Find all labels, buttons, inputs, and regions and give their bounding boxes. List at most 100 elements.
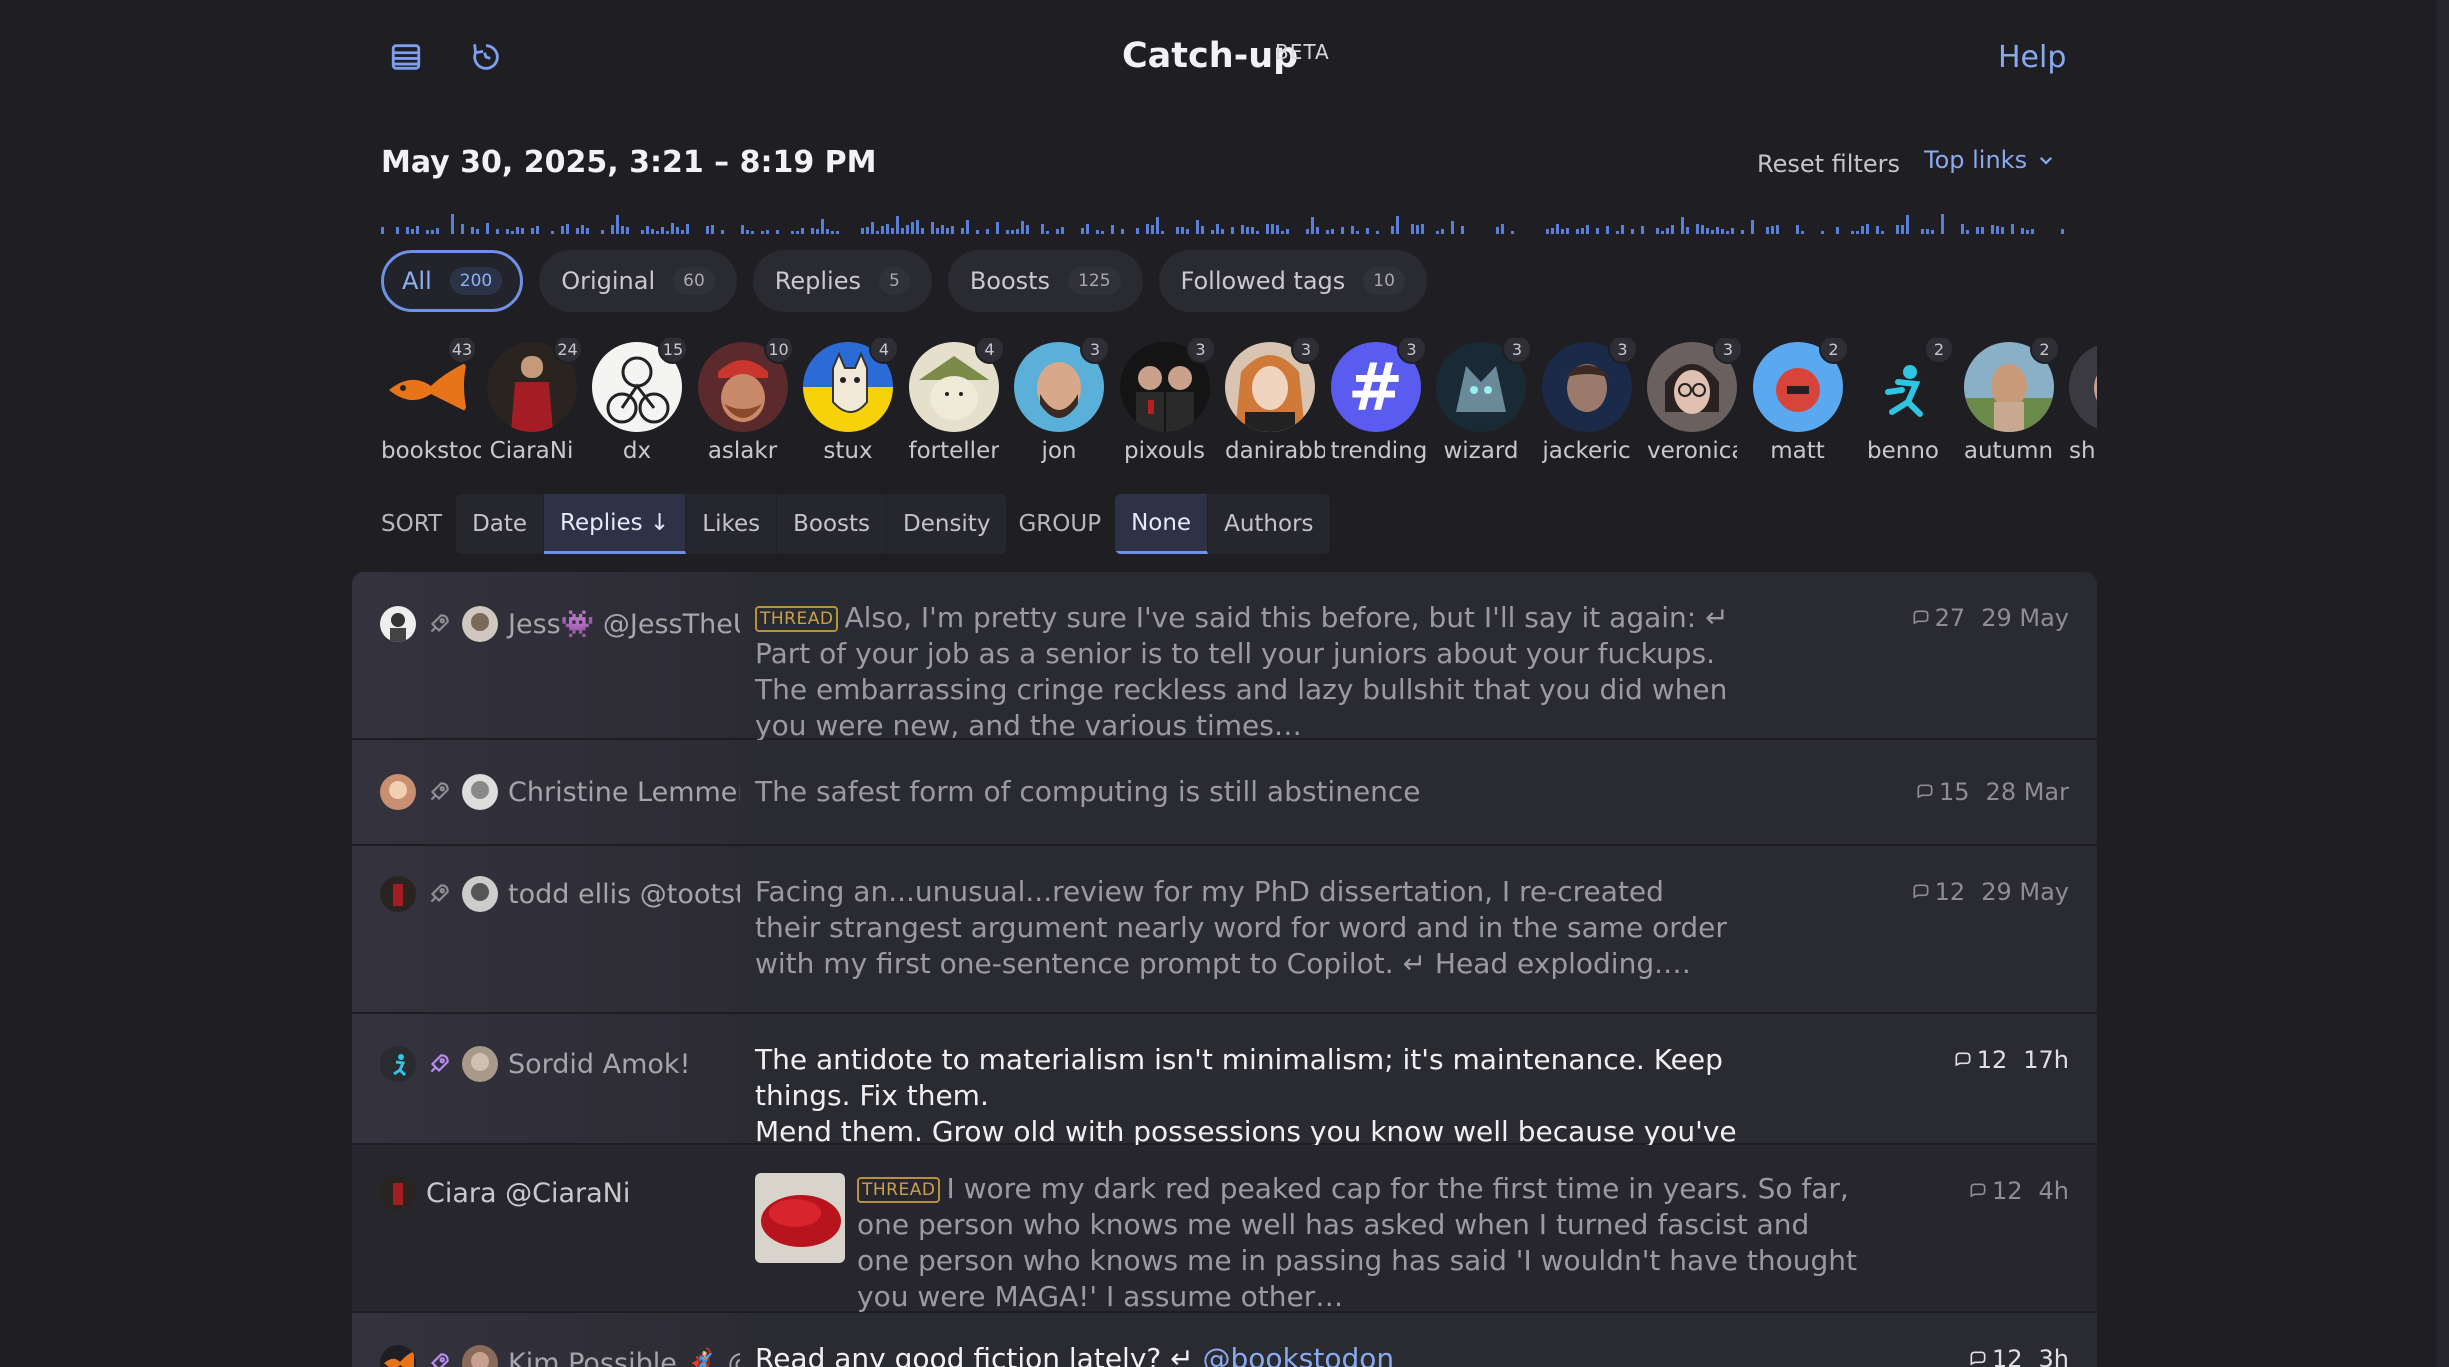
account-forteller[interactable]: 4 forteller bbox=[908, 338, 1015, 470]
post-item[interactable]: Christine Lemmer-Webber The safest form … bbox=[352, 740, 2097, 846]
count-badge: 24 bbox=[552, 338, 583, 364]
histogram-bar bbox=[1081, 228, 1084, 234]
account-pixouls[interactable]: 3 pixouls bbox=[1119, 338, 1226, 470]
histogram-bar bbox=[916, 220, 919, 234]
account-trending[interactable]: # 3 trending bbox=[1330, 338, 1437, 470]
account-jackeric[interactable]: 3 jackeric bbox=[1541, 338, 1648, 470]
histogram-bar bbox=[891, 228, 894, 234]
activity-histogram[interactable] bbox=[381, 206, 2067, 234]
tab-original[interactable]: Original 60 bbox=[539, 250, 737, 312]
post-author[interactable]: Ciara @CiaraNi bbox=[380, 1175, 740, 1211]
avatar bbox=[462, 774, 498, 810]
histogram-bar bbox=[1991, 225, 1994, 234]
histogram-bar bbox=[881, 226, 884, 234]
post-item[interactable]: Ciara @CiaraNi THREAD I wore my dark red … bbox=[352, 1145, 2097, 1313]
histogram-bar bbox=[656, 231, 659, 234]
author-name: Jess👾 @JessTheUnstill bbox=[508, 609, 740, 640]
count-badge: 43 bbox=[447, 338, 477, 364]
post-image-thumbnail[interactable] bbox=[755, 1173, 845, 1263]
avatar bbox=[380, 774, 416, 810]
account-jon[interactable]: 3 jon bbox=[1014, 338, 1120, 470]
account-bookstodon[interactable]: 43 bookstodon bbox=[381, 338, 487, 470]
post-text: The safest form of computing is still ab… bbox=[755, 775, 1421, 808]
post-item[interactable]: todd ellis @tootstodd Facing an...unusua… bbox=[352, 846, 2097, 1014]
histogram-bar bbox=[651, 229, 654, 234]
histogram-bar bbox=[1731, 228, 1734, 234]
count-badge: 200 bbox=[449, 267, 503, 295]
histogram-bar bbox=[711, 225, 714, 234]
post-item[interactable]: Kim Possible 🦸🏻‍♀️ @… Read any good fict… bbox=[352, 1313, 2097, 1367]
histogram-bar bbox=[1101, 231, 1104, 234]
post-date[interactable]: 29 May bbox=[1981, 604, 2069, 632]
post-item[interactable]: Jess👾 @JessTheUnstill THREADAlso, I'm pr… bbox=[352, 572, 2097, 742]
list-view-icon[interactable] bbox=[387, 38, 425, 76]
avatar bbox=[380, 606, 416, 642]
account-stux[interactable]: 4 stux bbox=[803, 338, 909, 470]
histogram-bar bbox=[1086, 224, 1089, 234]
histogram-bar bbox=[1556, 224, 1559, 234]
account-danirabbit[interactable]: 3 danirabbit bbox=[1225, 338, 1331, 470]
post-item[interactable]: Sordid Amok! The antidote to materialism… bbox=[352, 1014, 2097, 1184]
post-date[interactable]: 3h bbox=[2039, 1345, 2069, 1367]
histogram-bar bbox=[1596, 228, 1599, 234]
histogram-bar bbox=[1351, 226, 1354, 234]
account-name: dx bbox=[622, 438, 652, 464]
histogram-bar bbox=[1551, 228, 1554, 234]
post-text: THREAD I wore my dark red peaked cap for … bbox=[857, 1172, 1857, 1313]
account-sh[interactable]: sh bbox=[2069, 338, 2097, 470]
histogram-bar bbox=[1876, 226, 1879, 234]
mention-link[interactable]: @bookstodon bbox=[1203, 1342, 1395, 1367]
post-author[interactable]: Jess👾 @JessTheUnstill bbox=[380, 606, 740, 642]
histogram-bar bbox=[666, 231, 669, 234]
tab-replies[interactable]: Replies 5 bbox=[752, 250, 932, 312]
histogram-bar bbox=[566, 224, 569, 234]
account-autumn[interactable]: 2 autumn bbox=[1963, 338, 2070, 470]
histogram-bar bbox=[941, 225, 944, 234]
sort-replies[interactable]: Replies ↓ bbox=[544, 494, 687, 554]
refresh-icon[interactable] bbox=[467, 38, 505, 76]
histogram-bar bbox=[1716, 227, 1719, 234]
histogram-bar bbox=[1921, 229, 1924, 234]
post-date[interactable]: 17h bbox=[2023, 1046, 2069, 1074]
histogram-bar bbox=[1546, 229, 1549, 234]
post-date[interactable]: 29 May bbox=[1981, 878, 2069, 906]
post-author[interactable]: Sordid Amok! bbox=[380, 1046, 740, 1082]
account-aslakr[interactable]: 10 aslakr bbox=[697, 338, 804, 470]
account-wizard[interactable]: 3 wizard bbox=[1436, 338, 1542, 470]
group-none[interactable]: None bbox=[1115, 494, 1209, 554]
histogram-bar bbox=[871, 222, 874, 234]
boost-rocket-icon bbox=[430, 782, 449, 801]
reset-filters-button[interactable]: Reset filters bbox=[1757, 150, 1900, 178]
tab-followed-tags[interactable]: Followed tags 10 bbox=[1158, 250, 1427, 312]
sort-date[interactable]: Date bbox=[456, 494, 545, 554]
sort-likes[interactable]: Likes bbox=[686, 494, 778, 554]
histogram-bar bbox=[831, 231, 834, 234]
histogram-bar bbox=[836, 231, 839, 234]
group-authors[interactable]: Authors bbox=[1208, 494, 1329, 554]
tab-boosts[interactable]: Boosts 125 bbox=[947, 250, 1143, 312]
help-link[interactable]: Help bbox=[1998, 40, 2066, 75]
account-ciarani[interactable]: 24 CiaraNi bbox=[486, 338, 593, 470]
post-author[interactable]: Christine Lemmer-Webber bbox=[380, 774, 740, 810]
histogram-bar bbox=[1861, 226, 1864, 234]
account-matt[interactable]: 2 matt bbox=[1752, 338, 1859, 470]
tab-all[interactable]: All 200 bbox=[381, 250, 524, 312]
post-author[interactable]: todd ellis @tootstodd bbox=[380, 876, 740, 912]
top-links-dropdown[interactable]: Top links bbox=[1924, 146, 2055, 174]
count-badge: 15 bbox=[658, 338, 688, 364]
sort-boosts[interactable]: Boosts bbox=[777, 494, 887, 554]
histogram-bar bbox=[1776, 225, 1779, 234]
top-links-label: Top links bbox=[1924, 146, 2028, 174]
account-veronica[interactable]: 3 veronica bbox=[1647, 338, 1753, 470]
histogram-bar bbox=[1221, 229, 1224, 234]
post-author[interactable]: Kim Possible 🦸🏻‍♀️ @… bbox=[380, 1345, 740, 1367]
post-date[interactable]: 4h bbox=[2039, 1177, 2069, 1205]
sort-density[interactable]: Density bbox=[887, 494, 1006, 554]
account-benno[interactable]: 2 benno bbox=[1858, 338, 1964, 470]
reply-icon bbox=[1913, 610, 1929, 625]
post-date[interactable]: 28 Mar bbox=[1986, 778, 2069, 806]
scrollbar[interactable] bbox=[2437, 0, 2449, 1367]
histogram-bar bbox=[486, 223, 489, 234]
histogram-bar bbox=[1341, 227, 1344, 234]
account-dx[interactable]: 15 dx bbox=[592, 338, 698, 470]
